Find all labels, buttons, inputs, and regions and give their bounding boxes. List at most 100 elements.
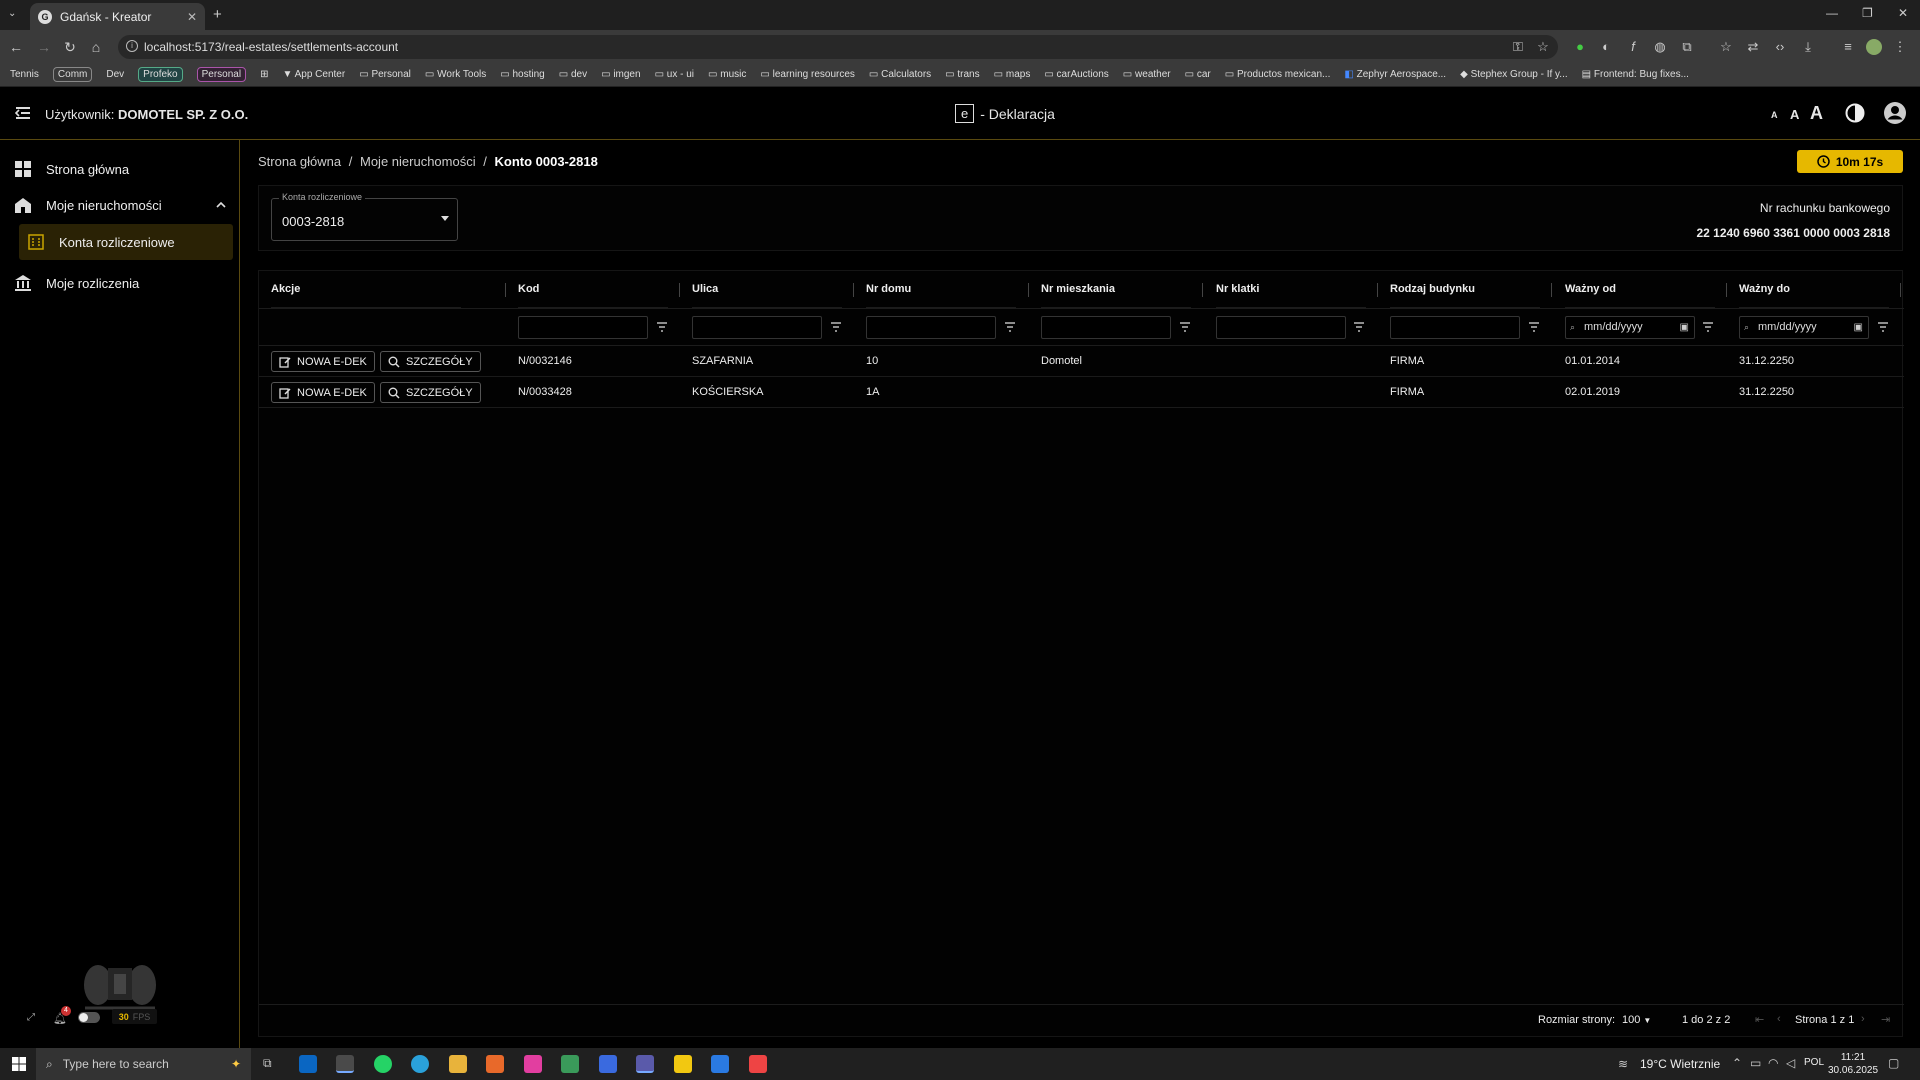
task-view-icon[interactable]: ⧉ [263,1056,272,1071]
bookmark-folder-carauctions[interactable]: ▭ carAuctions [1044,69,1108,80]
volume-icon[interactable]: ◁ [1786,1056,1795,1070]
browser-tab[interactable]: G Gdańsk - Kreator ✕ [30,3,205,30]
bookmark-folder-music[interactable]: ▭ music [708,69,746,80]
filter-input-nr-domu[interactable] [866,316,996,339]
new-tab-icon[interactable]: + [213,6,222,23]
tab-close-icon[interactable]: ✕ [187,10,197,24]
bookmark-folder-dev[interactable]: ▭ dev [559,69,587,80]
filter-icon[interactable] [830,321,842,333]
bookmark-folder-imgen[interactable]: ▭ imgen [601,69,640,80]
header-wazny-od[interactable]: Ważny od [1565,271,1715,308]
filter-icon[interactable] [1353,321,1365,333]
app-green-icon[interactable] [561,1055,579,1073]
apps-grid-icon[interactable]: ⊞ [260,69,268,80]
weather-text[interactable]: 19°C Wietrznie [1640,1057,1720,1071]
column-separator[interactable] [1900,283,1901,297]
column-separator[interactable] [853,283,854,297]
notification-center-icon[interactable]: ▢ [1888,1056,1899,1070]
sidebar-item-home[interactable]: Strona główna [14,153,129,185]
bookmark-folder-weather[interactable]: ▭ weather [1123,69,1171,80]
filter-input-ulica[interactable] [692,316,822,339]
filter-input-nr-klatki[interactable] [1216,316,1346,339]
app-orange-icon[interactable] [486,1055,504,1073]
font-size-medium-button[interactable]: A [1790,107,1799,122]
page-size-select[interactable]: 100 ▼ [1622,1014,1651,1026]
expand-icon[interactable]: ⤢ [27,1012,37,1023]
bookmark-zephyr[interactable]: ◧ Zephyr Aerospace... [1344,69,1446,80]
bookmark-dev[interactable]: Dev [106,69,124,80]
header-ulica[interactable]: Ulica [692,271,842,308]
column-separator[interactable] [1028,283,1029,297]
header-wazny-do[interactable]: Ważny do [1739,271,1889,308]
profile-avatar-icon[interactable] [1866,39,1882,55]
column-separator[interactable] [1551,283,1552,297]
filter-icon[interactable] [1528,321,1540,333]
tray-chevron-icon[interactable]: ⌃ [1732,1056,1742,1070]
bookmark-folder-learning[interactable]: ▭ learning resources [760,69,855,80]
extensions-puzzle-icon[interactable]: ⧉ [1679,39,1695,55]
bookmark-comm[interactable]: Comm [52,67,93,82]
telegram-app-icon[interactable] [411,1055,429,1073]
details-button[interactable]: SZCZEGÓŁY [380,351,481,372]
sidebar-item-settlements[interactable]: Moje rozliczenia [14,267,139,299]
column-separator[interactable] [505,283,506,297]
bookmark-frontend-bugs[interactable]: ▤ Frontend: Bug fixes... [1582,69,1689,80]
password-key-icon[interactable]: ⚿ [1510,39,1526,55]
bookmark-folder-maps[interactable]: ▭ maps [994,69,1031,80]
filter-input-nr-mieszkania[interactable] [1041,316,1171,339]
breadcrumb-home[interactable]: Strona główna [258,154,341,169]
last-page-icon[interactable]: ⇥ [1881,1013,1890,1026]
translate-icon[interactable]: ⇄ [1745,39,1761,55]
sticky-notes-icon[interactable] [674,1055,692,1073]
chrome-app-icon[interactable] [336,1055,354,1073]
tab-search-icon[interactable]: ≡ [1840,39,1856,55]
bookmark-folder-hosting[interactable]: ▭ hosting [500,69,544,80]
calendar-icon[interactable]: ▣ [1854,317,1863,338]
windows-start-icon[interactable] [12,1057,26,1071]
header-nr-domu[interactable]: Nr domu [866,271,1016,308]
clock[interactable]: 11:21 30.06.2025 [1828,1051,1878,1077]
account-avatar-icon[interactable] [1884,102,1906,124]
app-purple-icon[interactable] [636,1055,654,1073]
home-icon[interactable]: ⌂ [88,39,104,55]
column-separator[interactable] [1377,283,1378,297]
figma-app-icon[interactable] [749,1055,767,1073]
column-separator[interactable] [679,283,680,297]
filter-date-wazny-do[interactable]: ⌕ mm/dd/yyyy ▣ [1739,316,1869,339]
filter-date-wazny-od[interactable]: ⌕ mm/dd/yyyy ▣ [1565,316,1695,339]
app-pink-icon[interactable] [524,1055,542,1073]
filter-icon[interactable] [656,321,668,333]
filter-icon[interactable] [1179,321,1191,333]
bookmark-folder-work-tools[interactable]: ▭ Work Tools [425,69,486,80]
column-separator[interactable] [1202,283,1203,297]
wifi-icon[interactable]: ◠ [1768,1056,1778,1070]
font-size-small-button[interactable]: A [1771,110,1778,120]
bookmark-app-center[interactable]: ▼ App Center [282,69,345,80]
bookmark-folder-calculators[interactable]: ▭ Calculators [869,69,931,80]
filter-icon[interactable] [1004,321,1016,333]
filter-input-kod[interactable] [518,316,648,339]
bookmark-personal-chip[interactable]: Personal [196,67,247,82]
calendar-icon[interactable]: ▣ [1680,317,1689,338]
bookmark-folder-trans[interactable]: ▭ trans [945,69,979,80]
details-button[interactable]: SZCZEGÓŁY [380,382,481,403]
extension-fx-icon[interactable]: f [1625,39,1641,55]
account-select[interactable]: Konta rozliczeniowe 0003-2818 [271,192,458,241]
header-nr-mieszkania[interactable]: Nr mieszkania [1041,271,1191,308]
restore-icon[interactable]: ❐ [1862,6,1873,20]
font-size-large-button[interactable]: A [1810,103,1823,124]
filter-icon[interactable] [1877,321,1889,333]
minimize-icon[interactable]: — [1826,6,1838,20]
sidebar-item-settlement-accounts[interactable]: Konta rozliczeniowe [19,224,233,260]
devtools-code-icon[interactable]: ‹› [1772,39,1788,55]
header-rodzaj-budynku[interactable]: Rodzaj budynku [1390,271,1540,308]
sidebar-item-properties[interactable]: Moje nieruchomości [14,189,226,221]
shield-app-icon[interactable] [599,1055,617,1073]
file-explorer-icon[interactable] [449,1055,467,1073]
forward-icon[interactable]: → [36,39,52,55]
header-nr-klatki[interactable]: Nr klatki [1216,271,1366,308]
site-info-icon[interactable]: i [126,40,138,52]
address-bar[interactable]: i localhost:5173/real-estates/settlement… [118,35,1558,59]
favorites-icon[interactable]: ☆ [1718,39,1734,55]
tray-battery-icon[interactable]: ▭ [1750,1056,1761,1070]
